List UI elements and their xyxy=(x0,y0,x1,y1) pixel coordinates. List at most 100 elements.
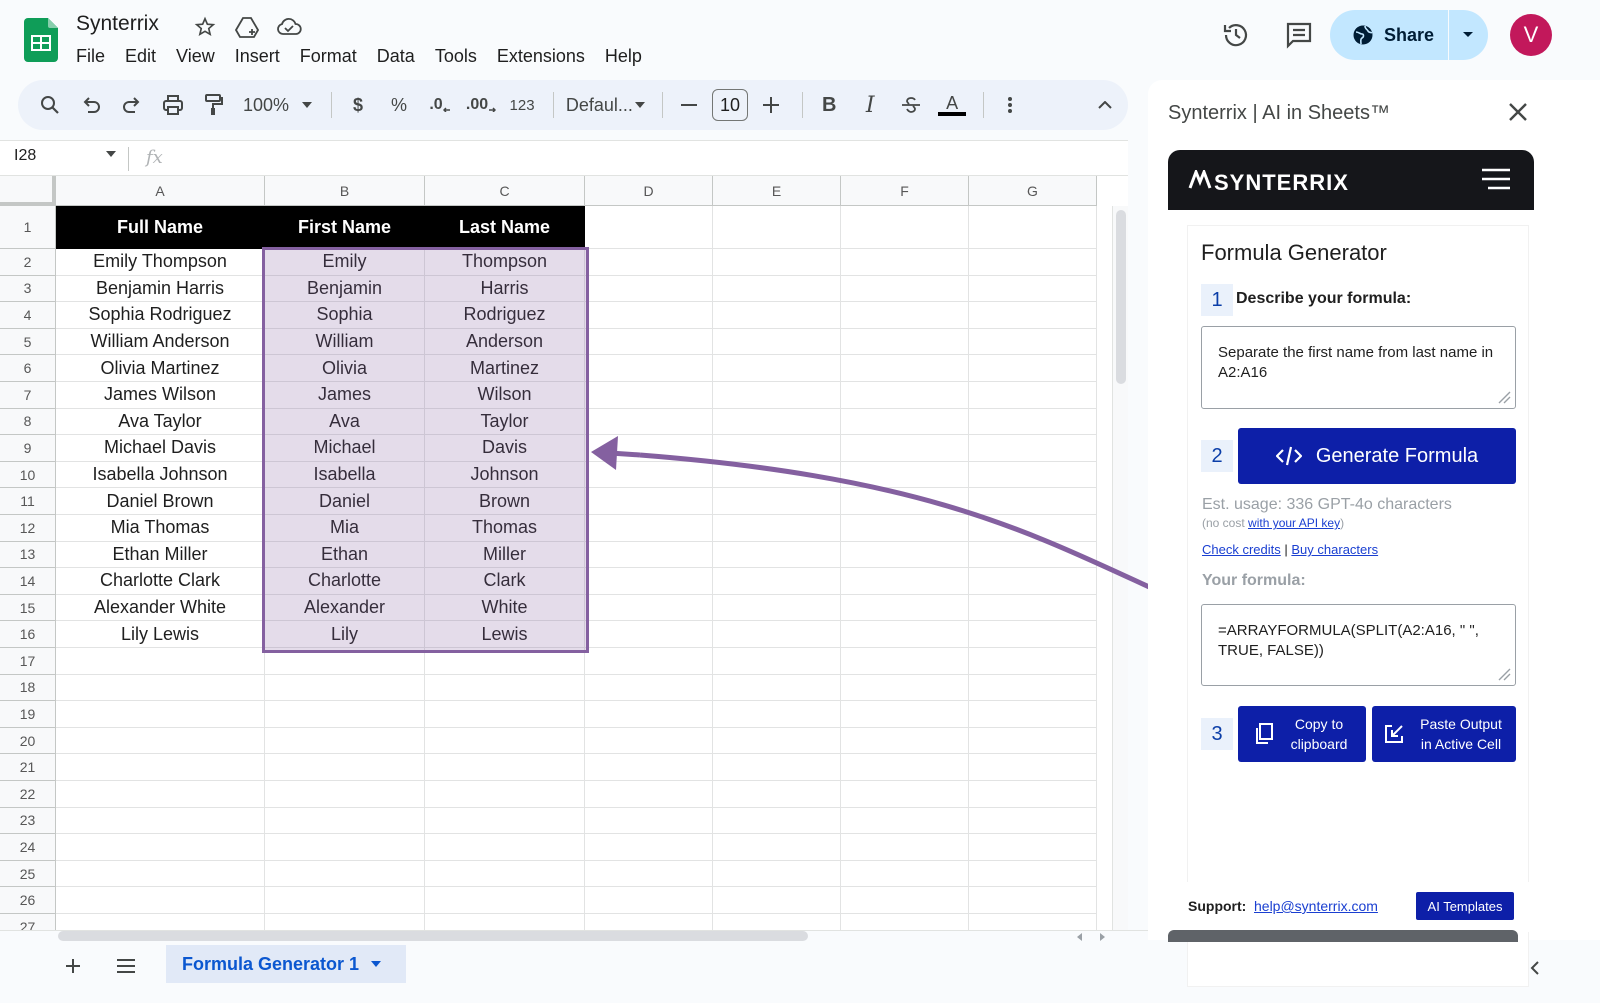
increase-decimal-button[interactable]: .00 xyxy=(463,87,499,123)
row-header-23[interactable]: 23 xyxy=(0,807,56,835)
empty-cell[interactable] xyxy=(585,488,713,515)
empty-cell[interactable] xyxy=(969,302,1097,329)
empty-cell[interactable] xyxy=(969,541,1097,569)
empty-cell[interactable] xyxy=(841,275,969,303)
empty-cell[interactable] xyxy=(841,461,969,489)
share-button[interactable]: Share xyxy=(1330,10,1448,60)
row-header-25[interactable]: 25 xyxy=(0,860,56,888)
row-header-24[interactable]: 24 xyxy=(0,834,56,861)
empty-cell[interactable] xyxy=(585,727,713,755)
data-cell[interactable]: Miller xyxy=(425,541,585,569)
empty-cell[interactable] xyxy=(713,302,841,329)
empty-cell[interactable] xyxy=(841,302,969,329)
all-sheets-icon[interactable] xyxy=(116,959,136,973)
row-header-17[interactable]: 17 xyxy=(0,648,56,675)
empty-cell[interactable] xyxy=(969,408,1097,436)
data-cell[interactable]: Davis xyxy=(425,435,585,462)
header-cell[interactable]: Full Name xyxy=(56,206,265,249)
empty-cell[interactable] xyxy=(841,435,969,462)
empty-cell[interactable] xyxy=(56,887,265,914)
empty-cell[interactable] xyxy=(713,754,841,781)
data-cell[interactable]: Lewis xyxy=(425,621,585,648)
empty-cell[interactable] xyxy=(841,834,969,861)
empty-cell[interactable] xyxy=(585,541,713,569)
empty-cell[interactable] xyxy=(56,860,265,888)
empty-cell[interactable] xyxy=(713,860,841,888)
support-email-link[interactable]: help@synterrix.com xyxy=(1254,898,1378,914)
paste-output-button[interactable]: Paste Output in Active Cell xyxy=(1372,706,1516,762)
empty-cell[interactable] xyxy=(969,807,1097,835)
empty-cell[interactable] xyxy=(969,568,1097,595)
column-header-c[interactable]: C xyxy=(425,176,585,206)
select-all-corner[interactable] xyxy=(0,176,56,206)
buy-characters-link[interactable]: Buy characters xyxy=(1291,542,1378,557)
star-icon[interactable] xyxy=(192,14,218,40)
empty-cell[interactable] xyxy=(265,674,425,702)
empty-cell[interactable] xyxy=(841,727,969,755)
empty-cell[interactable] xyxy=(56,781,265,808)
avatar[interactable]: V xyxy=(1510,14,1552,56)
sheets-logo-icon[interactable] xyxy=(24,18,58,62)
data-cell[interactable]: Lily xyxy=(265,621,425,648)
row-header-21[interactable]: 21 xyxy=(0,754,56,781)
empty-cell[interactable] xyxy=(425,807,585,835)
empty-cell[interactable] xyxy=(713,515,841,542)
empty-cell[interactable] xyxy=(585,515,713,542)
data-cell[interactable]: Thomas xyxy=(425,515,585,542)
empty-cell[interactable] xyxy=(425,754,585,781)
row-header-1[interactable]: 1 xyxy=(0,206,56,249)
empty-cell[interactable] xyxy=(969,249,1097,276)
empty-cell[interactable] xyxy=(713,568,841,595)
row-header-8[interactable]: 8 xyxy=(0,408,56,436)
empty-cell[interactable] xyxy=(713,435,841,462)
data-cell[interactable]: Harris xyxy=(425,275,585,303)
empty-cell[interactable] xyxy=(969,382,1097,409)
bold-button[interactable]: B xyxy=(811,87,847,123)
row-header-11[interactable]: 11 xyxy=(0,488,56,515)
hamburger-menu-icon[interactable] xyxy=(1482,168,1510,190)
data-cell[interactable]: Michael Davis xyxy=(56,435,265,462)
empty-cell[interactable] xyxy=(969,488,1097,515)
row-header-10[interactable]: 10 xyxy=(0,461,56,489)
empty-cell[interactable] xyxy=(425,887,585,914)
empty-cell[interactable] xyxy=(841,594,969,622)
menu-view[interactable]: View xyxy=(166,44,225,68)
menu-tools[interactable]: Tools xyxy=(425,44,487,68)
close-icon[interactable] xyxy=(1508,102,1528,122)
decrease-font-size-button[interactable] xyxy=(671,87,707,123)
undo-button[interactable] xyxy=(73,87,109,123)
menu-edit[interactable]: Edit xyxy=(115,44,166,68)
empty-cell[interactable] xyxy=(713,701,841,728)
menu-file[interactable]: File xyxy=(66,44,115,68)
decrease-decimal-button[interactable]: .0 xyxy=(422,87,458,123)
empty-cell[interactable] xyxy=(585,860,713,888)
empty-cell[interactable] xyxy=(425,860,585,888)
ai-templates-button[interactable]: AI Templates xyxy=(1416,892,1514,920)
empty-cell[interactable] xyxy=(841,701,969,728)
copy-to-clipboard-button[interactable]: Copy to clipboard xyxy=(1238,706,1366,762)
empty-cell[interactable] xyxy=(713,887,841,914)
empty-cell[interactable] xyxy=(713,727,841,755)
empty-cell[interactable] xyxy=(713,914,841,930)
empty-cell[interactable] xyxy=(841,914,969,930)
data-cell[interactable]: Mia xyxy=(265,515,425,542)
data-cell[interactable]: Isabella Johnson xyxy=(56,461,265,489)
empty-cell[interactable] xyxy=(969,355,1097,382)
empty-cell[interactable] xyxy=(713,408,841,436)
empty-cell[interactable] xyxy=(841,382,969,409)
more-options-button[interactable] xyxy=(992,87,1028,123)
empty-cell[interactable] xyxy=(969,887,1097,914)
name-box[interactable]: I28 xyxy=(14,147,36,165)
empty-cell[interactable] xyxy=(969,674,1097,702)
empty-cell[interactable] xyxy=(265,914,425,930)
text-color-button[interactable]: A xyxy=(934,87,970,123)
empty-cell[interactable] xyxy=(841,488,969,515)
empty-cell[interactable] xyxy=(713,834,841,861)
empty-cell[interactable] xyxy=(969,727,1097,755)
empty-cell[interactable] xyxy=(841,206,969,249)
empty-cell[interactable] xyxy=(425,701,585,728)
empty-cell[interactable] xyxy=(841,648,969,675)
data-cell[interactable]: Ava xyxy=(265,408,425,436)
empty-cell[interactable] xyxy=(841,568,969,595)
column-header-g[interactable]: G xyxy=(969,176,1097,206)
